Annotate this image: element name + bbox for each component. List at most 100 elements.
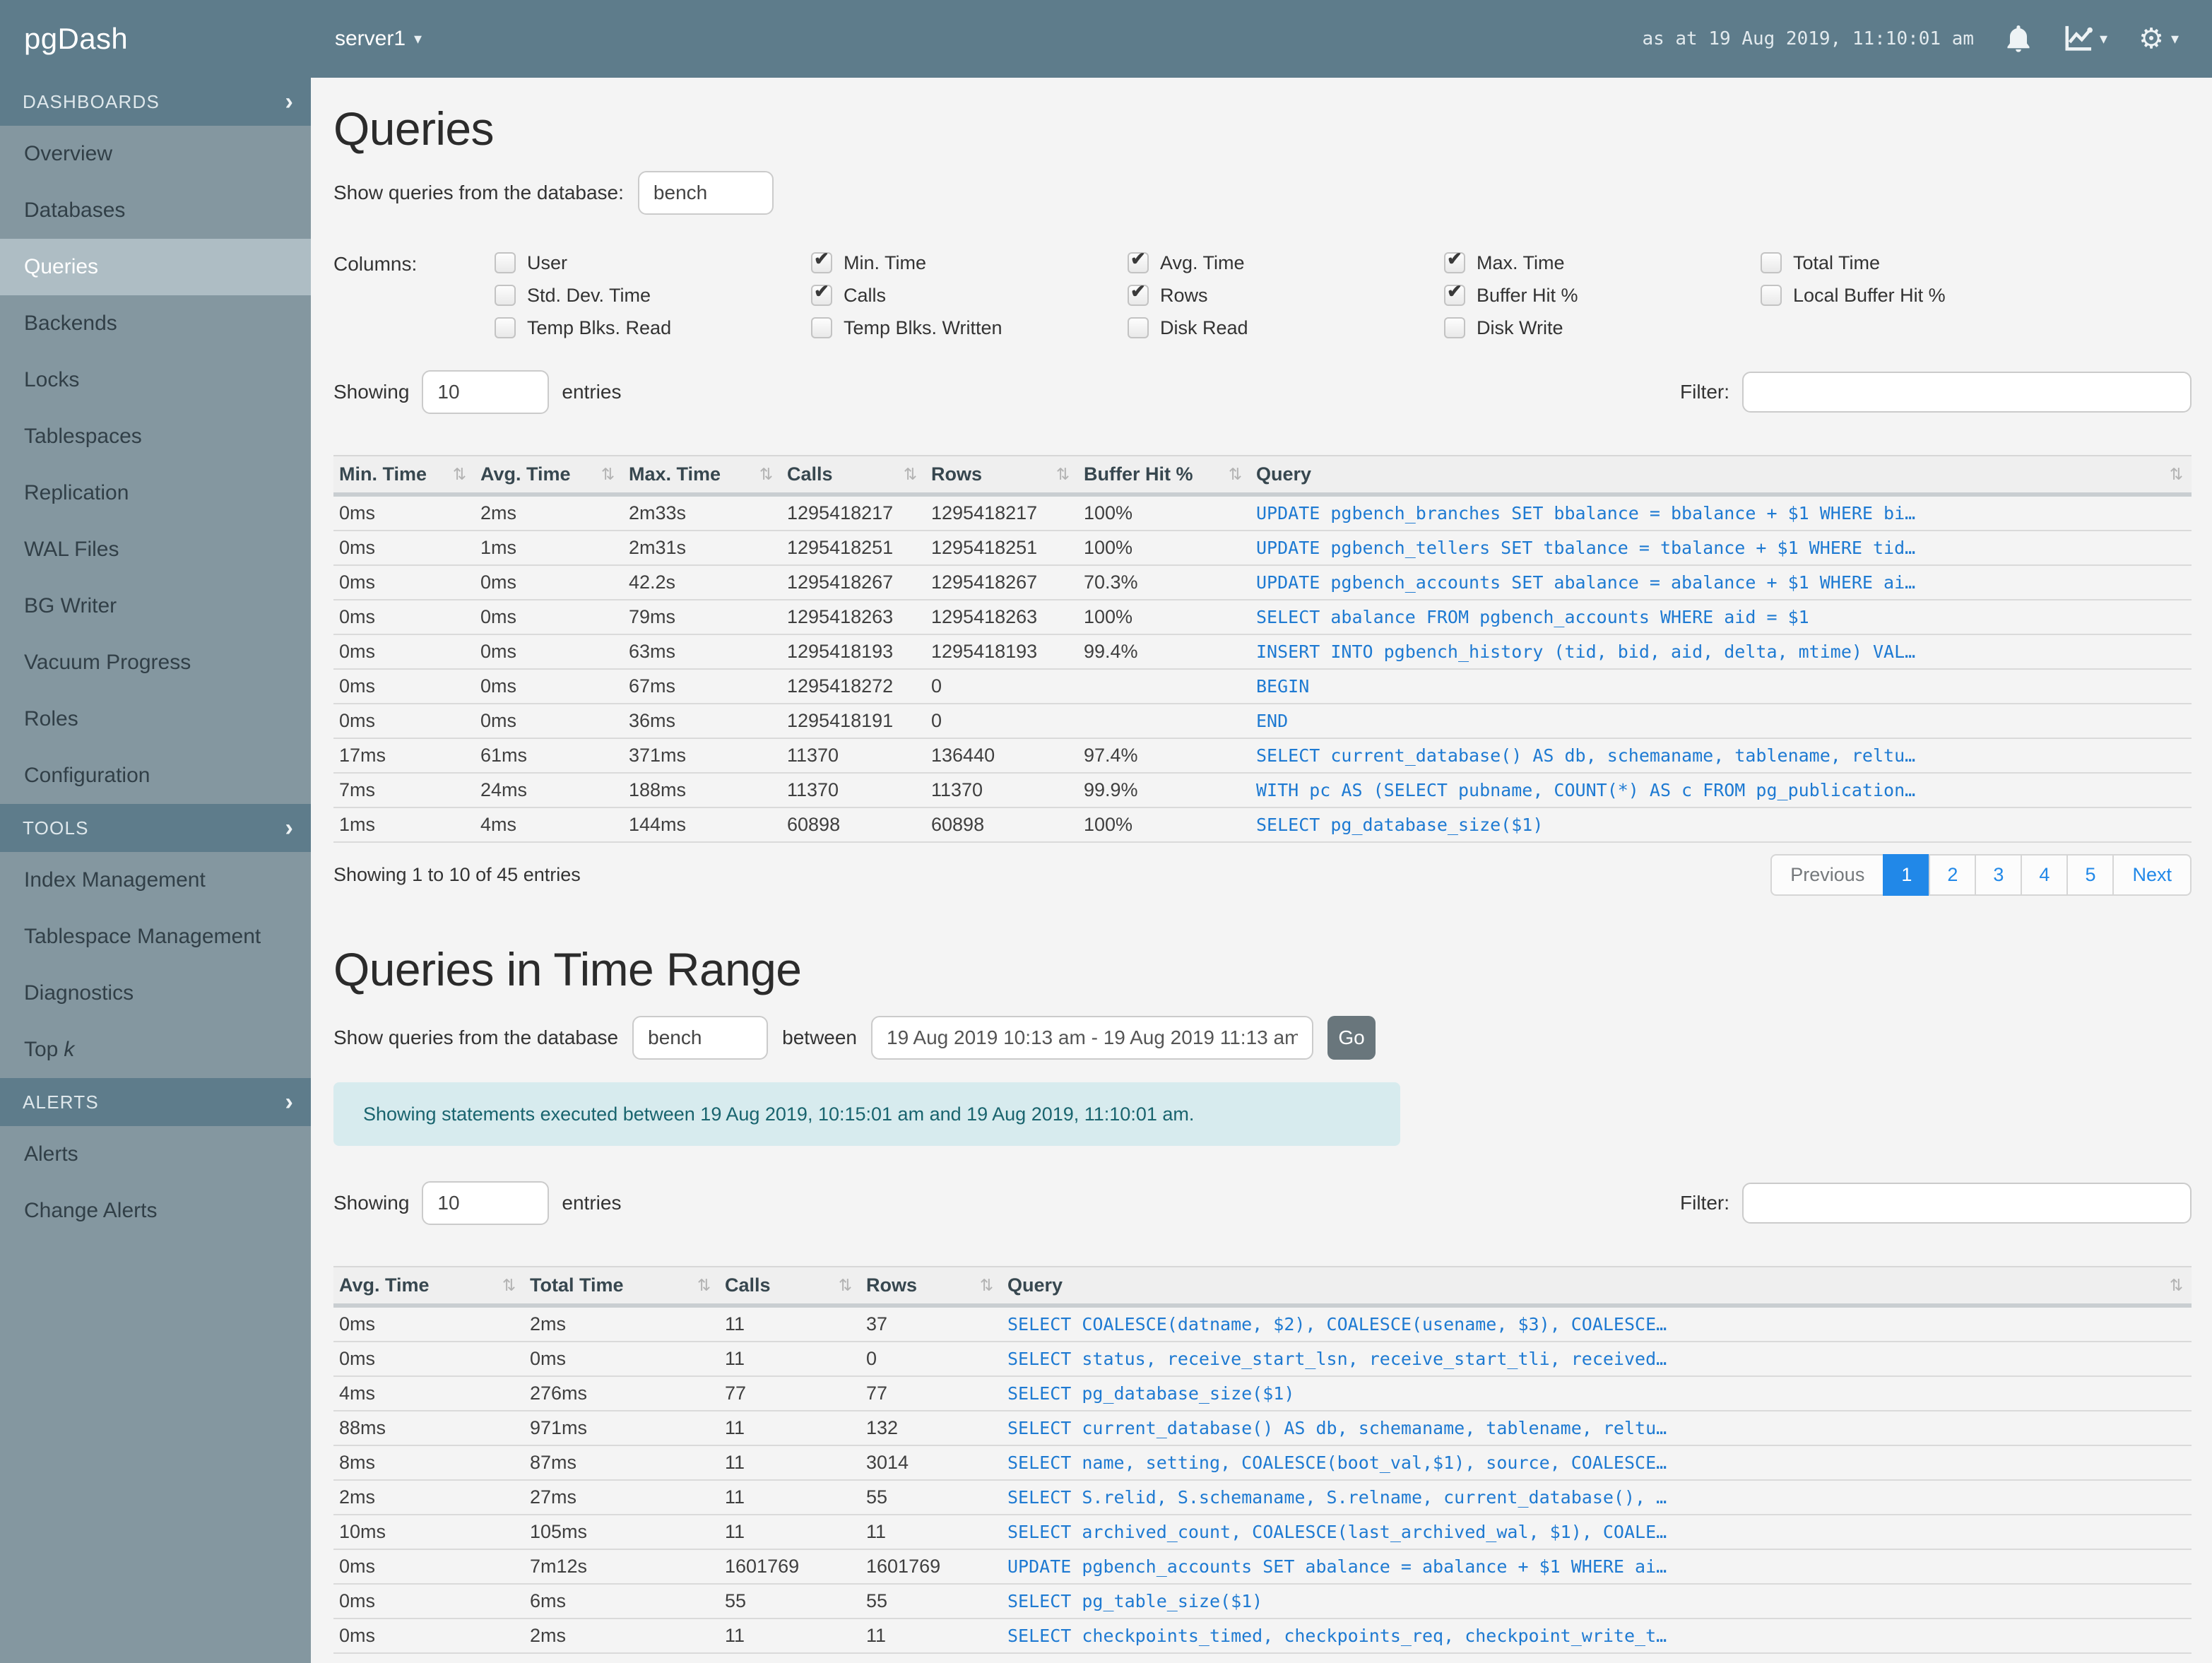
checkbox-disk-write[interactable]: [1444, 317, 1465, 338]
query-link[interactable]: UPDATE pgbench_branches SET bbalance = b…: [1256, 503, 1915, 523]
pagination-page-3[interactable]: 3: [1975, 854, 2023, 896]
sidebar-section-alerts[interactable]: ALERTS ›: [0, 1078, 311, 1126]
database-input[interactable]: [637, 171, 774, 215]
checkbox-std-dev-time[interactable]: [495, 285, 516, 306]
notifications-button[interactable]: [2005, 24, 2032, 54]
sidebar-item-tablespace-management[interactable]: Tablespace Management: [0, 909, 311, 965]
query-link[interactable]: SELECT status, receive_start_lsn, receiv…: [1007, 1349, 1667, 1369]
query-link[interactable]: SELECT pg_table_size($1): [1007, 1591, 1262, 1611]
sidebar-item-bg-writer[interactable]: BG Writer: [0, 578, 311, 634]
col-header-buffer-hit[interactable]: Buffer Hit % ⇅: [1078, 455, 1250, 497]
pagination-page-4[interactable]: 4: [2021, 854, 2069, 896]
col-header-rows[interactable]: Rows ⇅: [925, 455, 1078, 497]
sort-icon: ⇅: [2169, 465, 2183, 484]
pagination-page-2[interactable]: 2: [1929, 854, 1977, 896]
query-link[interactable]: INSERT INTO pgbench_history (tid, bid, a…: [1256, 641, 1915, 662]
query-link[interactable]: SELECT COALESCE(datname, $2), COALESCE(u…: [1007, 1314, 1667, 1334]
query-link[interactable]: BEGIN: [1256, 676, 1309, 697]
col-header-rows[interactable]: Rows ⇅: [860, 1266, 1002, 1308]
checkbox-temp-blks-read[interactable]: [495, 317, 516, 338]
checkbox-disk-read[interactable]: [1128, 317, 1149, 338]
sidebar-item-vacuum-progress[interactable]: Vacuum Progress: [0, 634, 311, 691]
pagination-previous[interactable]: Previous: [1770, 854, 1885, 896]
checkbox-avg-time[interactable]: ✔: [1128, 248, 1149, 273]
sidebar-item-wal-files[interactable]: WAL Files: [0, 521, 311, 578]
checkbox-min-time[interactable]: ✔: [811, 248, 832, 273]
col-header-max-time[interactable]: Max. Time ⇅: [623, 455, 781, 497]
col-header-query[interactable]: Query ⇅: [1250, 455, 2192, 497]
sidebar-section-tools[interactable]: TOOLS ›: [0, 804, 311, 852]
entries-count-input-2[interactable]: [422, 1181, 550, 1225]
database-input-time-range[interactable]: [632, 1016, 769, 1060]
date-range-input[interactable]: [871, 1016, 1314, 1060]
entries-label: entries: [562, 1192, 622, 1214]
sidebar-item-roles[interactable]: Roles: [0, 691, 311, 747]
sort-icon: ⇅: [601, 465, 615, 484]
query-link[interactable]: UPDATE pgbench_tellers SET tbalance = tb…: [1256, 538, 1915, 558]
table-row: 0ms 7m12s 1601769 1601769 UPDATE pgbench_acc…: [333, 1549, 2192, 1585]
sidebar-item-locks[interactable]: Locks: [0, 352, 311, 408]
sidebar-item-diagnostics[interactable]: Diagnostics: [0, 965, 311, 1022]
sidebar-item-backends[interactable]: Backends: [0, 295, 311, 352]
pagination-page-5[interactable]: 5: [2066, 854, 2115, 896]
col-header-calls[interactable]: Calls ⇅: [781, 455, 925, 497]
col-header-total-time[interactable]: Total Time ⇅: [524, 1266, 719, 1308]
query-link[interactable]: SELECT S.relid, S.schemaname, S.relname,…: [1007, 1487, 1667, 1508]
pagination-page-1[interactable]: 1: [1883, 854, 1931, 896]
sidebar-item-overview[interactable]: Overview: [0, 126, 311, 182]
checkbox-buffer-hit[interactable]: ✔: [1444, 280, 1465, 306]
checkbox-total-time[interactable]: [1761, 252, 1782, 273]
sort-icon: ⇅: [838, 1276, 852, 1295]
time-range-title: Queries in Time Range: [333, 943, 802, 995]
filter-input-2[interactable]: [1742, 1183, 2192, 1224]
bell-icon: [2005, 24, 2032, 54]
query-link[interactable]: UPDATE pgbench_accounts SET abalance = a…: [1007, 1556, 1667, 1577]
snapshot-timestamp: as at 19 Aug 2019, 11:10:01 am: [1642, 28, 1975, 49]
sidebar-item-change-alerts[interactable]: Change Alerts: [0, 1183, 311, 1239]
col-header-min-time[interactable]: Min. Time ⇅: [333, 455, 475, 497]
query-link[interactable]: SELECT current_database() AS db, scheman…: [1256, 745, 1915, 766]
query-link[interactable]: SELECT pg_database_size($1): [1007, 1383, 1294, 1404]
query-link[interactable]: SELECT checkpoints_timed, checkpoints_re…: [1007, 1626, 1667, 1646]
sidebar: DASHBOARDS › Overview Databases Queries …: [0, 78, 311, 1663]
pagination: Previous 1 2 3 4 5 Next: [1770, 854, 2192, 896]
query-link[interactable]: SELECT pg_database_size($1): [1256, 815, 1543, 835]
sort-icon: ⇅: [903, 465, 917, 484]
go-button[interactable]: Go: [1327, 1016, 1376, 1060]
sidebar-item-alerts[interactable]: Alerts: [0, 1126, 311, 1183]
query-link[interactable]: WITH pc AS (SELECT pubname, COUNT(*) AS …: [1256, 780, 1915, 800]
checkbox-local-buffer-hit[interactable]: [1761, 285, 1782, 306]
sidebar-item-tablespaces[interactable]: Tablespaces: [0, 408, 311, 465]
settings-dropdown[interactable]: ⚙ ▾: [2139, 25, 2179, 53]
charts-dropdown[interactable]: ▾: [2063, 25, 2107, 53]
table-row: 0ms 1ms 2m31s 1295418251 1295418251 100% UPDAT…: [333, 531, 2192, 566]
query-link[interactable]: END: [1256, 711, 1288, 731]
sidebar-section-dashboards[interactable]: DASHBOARDS ›: [0, 78, 311, 126]
pagination-next[interactable]: Next: [2112, 854, 2192, 896]
query-link[interactable]: UPDATE pgbench_accounts SET abalance = a…: [1256, 572, 1915, 593]
sidebar-item-databases[interactable]: Databases: [0, 182, 311, 239]
database-label: Show queries from the database:: [333, 182, 624, 203]
sidebar-item-replication[interactable]: Replication: [0, 465, 311, 521]
server-dropdown[interactable]: server1 ▾: [335, 27, 422, 51]
checkbox-user[interactable]: [495, 252, 516, 273]
sidebar-item-top-k[interactable]: Top k: [0, 1022, 311, 1078]
table-row: 8ms 87ms 11 3014 SELECT name, setting, COALE…: [333, 1445, 2192, 1481]
query-link[interactable]: SELECT archived_count, COALESCE(last_arc…: [1007, 1522, 1667, 1542]
query-link[interactable]: SELECT abalance FROM pgbench_accounts WH…: [1256, 607, 1809, 627]
sidebar-item-queries[interactable]: Queries: [0, 239, 311, 295]
sidebar-item-index-management[interactable]: Index Management: [0, 852, 311, 909]
sidebar-item-configuration[interactable]: Configuration: [0, 747, 311, 804]
col-header-calls[interactable]: Calls ⇅: [719, 1266, 860, 1308]
filter-input[interactable]: [1742, 372, 2192, 413]
col-header-query[interactable]: Query ⇅: [1002, 1266, 2192, 1308]
checkbox-calls[interactable]: ✔: [811, 280, 832, 306]
col-header-avg-time[interactable]: Avg. Time ⇅: [475, 455, 623, 497]
checkbox-rows[interactable]: ✔: [1128, 280, 1149, 306]
query-link[interactable]: SELECT current_database() AS db, scheman…: [1007, 1418, 1667, 1438]
entries-count-input[interactable]: [422, 370, 550, 414]
col-header-avg-time[interactable]: Avg. Time ⇅: [333, 1266, 524, 1308]
checkbox-temp-blks-written[interactable]: [811, 317, 832, 338]
checkbox-max-time[interactable]: ✔: [1444, 248, 1465, 273]
query-link[interactable]: SELECT name, setting, COALESCE(boot_val,…: [1007, 1452, 1667, 1473]
